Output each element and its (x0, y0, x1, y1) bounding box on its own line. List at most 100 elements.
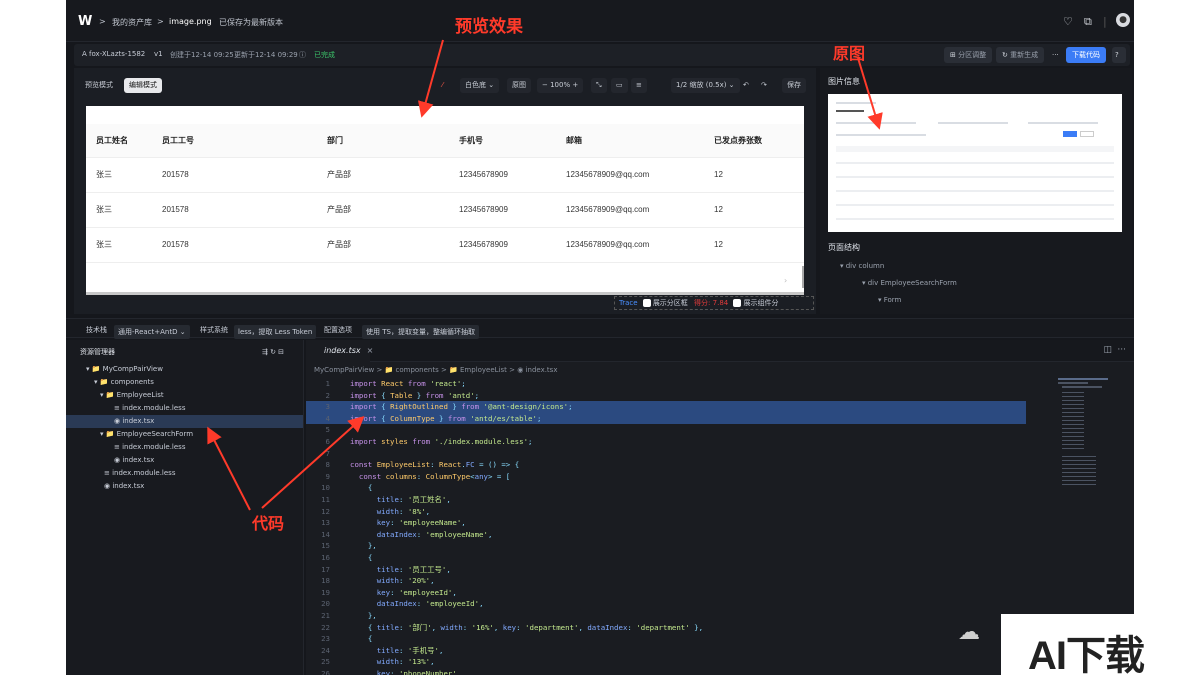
save-button[interactable]: 保存 (782, 78, 806, 93)
split-editor-icon[interactable]: ◫ (1103, 345, 1112, 355)
trace-link[interactable]: Trace (619, 299, 638, 307)
code-line[interactable]: 24 title: '手机号', (306, 645, 1026, 657)
column-header: 手机号 (449, 124, 556, 158)
code-line[interactable]: 23 { (306, 633, 1026, 645)
code-line[interactable]: 5 (306, 424, 1026, 436)
folder-components[interactable]: ▾ 📁 components (94, 376, 154, 389)
code-line[interactable]: 17 title: '员工工号', (306, 564, 1026, 576)
copy-icon[interactable]: ⧉ (1084, 15, 1092, 29)
watermark-icon: ☁ (958, 620, 980, 645)
zoom-control[interactable]: − 100% + (537, 78, 584, 93)
code-line[interactable]: 7 (306, 448, 1026, 460)
code-line[interactable]: 21 }, (306, 610, 1026, 622)
tree-node-form[interactable]: ▾ Form (878, 296, 901, 304)
chevron-right-icon[interactable]: › (784, 276, 787, 285)
scrollbar-v[interactable] (802, 266, 804, 288)
original-button[interactable]: 原图 (507, 78, 531, 93)
tab-index-tsx[interactable]: index.tsx × (306, 340, 373, 362)
code-line[interactable]: 9 const columns: ColumnType<any> = [ (306, 471, 1026, 483)
breadcrumb-file[interactable]: image.png (169, 17, 212, 26)
top-bar: W > 我的资产库 > image.png 已保存为最新版本 ♡ ⧉ | ● (66, 0, 1134, 42)
folder-employeesearchform[interactable]: ▾ 📁 EmployeeSearchForm (100, 428, 193, 441)
file-root-tsx[interactable]: ◉ index.tsx (104, 480, 144, 493)
table-row[interactable]: 张三 201578 产品部 12345678909 12345678909@qq… (86, 227, 804, 263)
divider: | (1103, 15, 1107, 28)
file-searchform-less[interactable]: ≡ index.module.less (114, 441, 185, 454)
breadcrumb-assets[interactable]: 我的资产库 (112, 17, 152, 28)
folder-mycomppairview[interactable]: ▾ 📁 MyCompPairView (86, 363, 163, 376)
table-cell: 张三 (86, 192, 152, 228)
file-searchform-tsx[interactable]: ◉ index.tsx (114, 454, 154, 467)
image-info-panel: 图片信息 页面结构 ▾ div column ▾ div EmployeeSea… (820, 68, 1132, 314)
code-line[interactable]: 8 const EmployeeList: React.FC = () => { (306, 459, 1026, 471)
screen-icon[interactable]: ▭ (611, 78, 628, 93)
editor-tab-bar: index.tsx × ◫ ··· (306, 340, 1134, 362)
stack-select[interactable]: 通用-React+AntD ⌄ (114, 325, 190, 339)
style-select[interactable]: less，提取 Less Token (234, 325, 317, 339)
code-line[interactable]: 2 import { Table } from 'antd'; (306, 390, 1026, 402)
edit-mode-tab[interactable]: 编辑模式 (124, 78, 162, 93)
explorer-title: 资源管理器 (80, 348, 115, 356)
table-row[interactable]: 张三 201578 产品部 12345678909 12345678909@qq… (86, 157, 804, 193)
column-header: 邮箱 (556, 124, 704, 158)
app-logo[interactable]: W (78, 14, 92, 29)
code-area[interactable]: 1 import React from 'react'; 2 import { Tab… (306, 378, 1046, 675)
code-line[interactable]: 11 title: '员工姓名', (306, 494, 1026, 506)
code-line[interactable]: 4 import { ColumnType } from 'antd/es/tab… (306, 412, 1026, 425)
code-line[interactable]: 15 }, (306, 540, 1026, 552)
preview-mode-tab[interactable]: 预览模式 (80, 78, 118, 93)
info-icon[interactable]: ⓘ (299, 50, 306, 60)
download-code-button[interactable]: 下载代码 (1066, 47, 1106, 63)
code-line[interactable]: 26 key: 'phoneNumber', (306, 668, 1026, 675)
background-select[interactable]: 白色底 ⌄ (460, 78, 500, 93)
tree-node-search-form[interactable]: ▾ div EmployeeSearchForm (862, 279, 957, 287)
more-icon[interactable]: ··· (1117, 345, 1126, 355)
code-line[interactable]: 19 key: 'employeeId', (306, 587, 1026, 599)
show-region-checkbox[interactable] (642, 299, 651, 307)
code-line[interactable]: 1 import React from 'react'; (306, 378, 1026, 390)
redo-icon[interactable]: ↷ (756, 78, 772, 93)
table-cell: 产品部 (317, 192, 449, 228)
close-icon[interactable]: × (367, 346, 374, 355)
undo-icon[interactable]: ↶ (738, 78, 754, 93)
folder-employeelist[interactable]: ▾ 📁 EmployeeList (100, 389, 164, 402)
more-button[interactable]: ··· (1046, 47, 1065, 63)
regenerate-button[interactable]: ↻ 重新生成 (996, 47, 1045, 63)
code-line[interactable]: 22 { title: '部门', width: '16%', key: 'de… (306, 622, 1026, 634)
table-cell: 产品部 (317, 227, 449, 263)
pen-icon[interactable]: ⁄ (437, 78, 448, 93)
page-structure-title: 页面结构 (828, 243, 860, 252)
minimap[interactable] (1058, 378, 1118, 498)
code-line[interactable]: 18 width: '20%', (306, 575, 1026, 587)
code-line[interactable]: 12 width: '8%', (306, 506, 1026, 518)
original-image-thumbnail[interactable] (828, 94, 1122, 232)
code-line[interactable]: 10 { (306, 482, 1026, 494)
show-component-checkbox[interactable] (733, 299, 742, 307)
code-line[interactable]: 6 import styles from './index.module.less… (306, 436, 1026, 448)
scrollbar-h[interactable] (86, 292, 804, 295)
explorer-actions-icon[interactable]: ⇶ ↻ ⊟ (262, 346, 284, 359)
table-row[interactable]: 张三 201578 产品部 12345678909 12345678909@qq… (86, 192, 804, 228)
file-employeelist-less[interactable]: ≡ index.module.less (114, 402, 185, 415)
code-line[interactable]: 25 width: '13%', (306, 656, 1026, 668)
code-line[interactable]: 14 dataIndex: 'employeeName', (306, 529, 1026, 541)
code-line[interactable]: 16 { (306, 552, 1026, 564)
image-info-title: 图片信息 (828, 77, 860, 86)
config-select[interactable]: 使用 TS，提取变量，整编循环抽取 (362, 325, 479, 339)
code-line[interactable]: 3 import { RightOutlined } from '@ant-des… (306, 401, 1026, 413)
heart-icon[interactable]: ♡ (1063, 15, 1073, 28)
tree-node-column[interactable]: ▾ div column (840, 262, 884, 270)
file-employeelist-tsx[interactable]: ◉ index.tsx (66, 415, 303, 428)
code-line[interactable]: 20 dataIndex: 'employeeId', (306, 598, 1026, 610)
column-header: 员工姓名 (86, 124, 152, 158)
editor-breadcrumb[interactable]: MyCompPairView > 📁 components > 📁 Employ… (314, 366, 557, 374)
list-icon[interactable]: ≡ (631, 78, 647, 93)
avatar[interactable]: ● (1116, 13, 1130, 27)
region-adjust-button[interactable]: ⊞ 分区调整 (944, 47, 993, 63)
file-root-less[interactable]: ≡ index.module.less (104, 467, 175, 480)
scale-select[interactable]: 1/2 缩放 (0.5x) ⌄ (671, 78, 740, 93)
code-line[interactable]: 13 key: 'employeeName', (306, 517, 1026, 529)
updated-time: 更新于12-14 09:29 (234, 51, 298, 59)
fit-icon[interactable]: ⤡ (591, 78, 607, 93)
help-icon[interactable]: ? (1112, 47, 1126, 63)
